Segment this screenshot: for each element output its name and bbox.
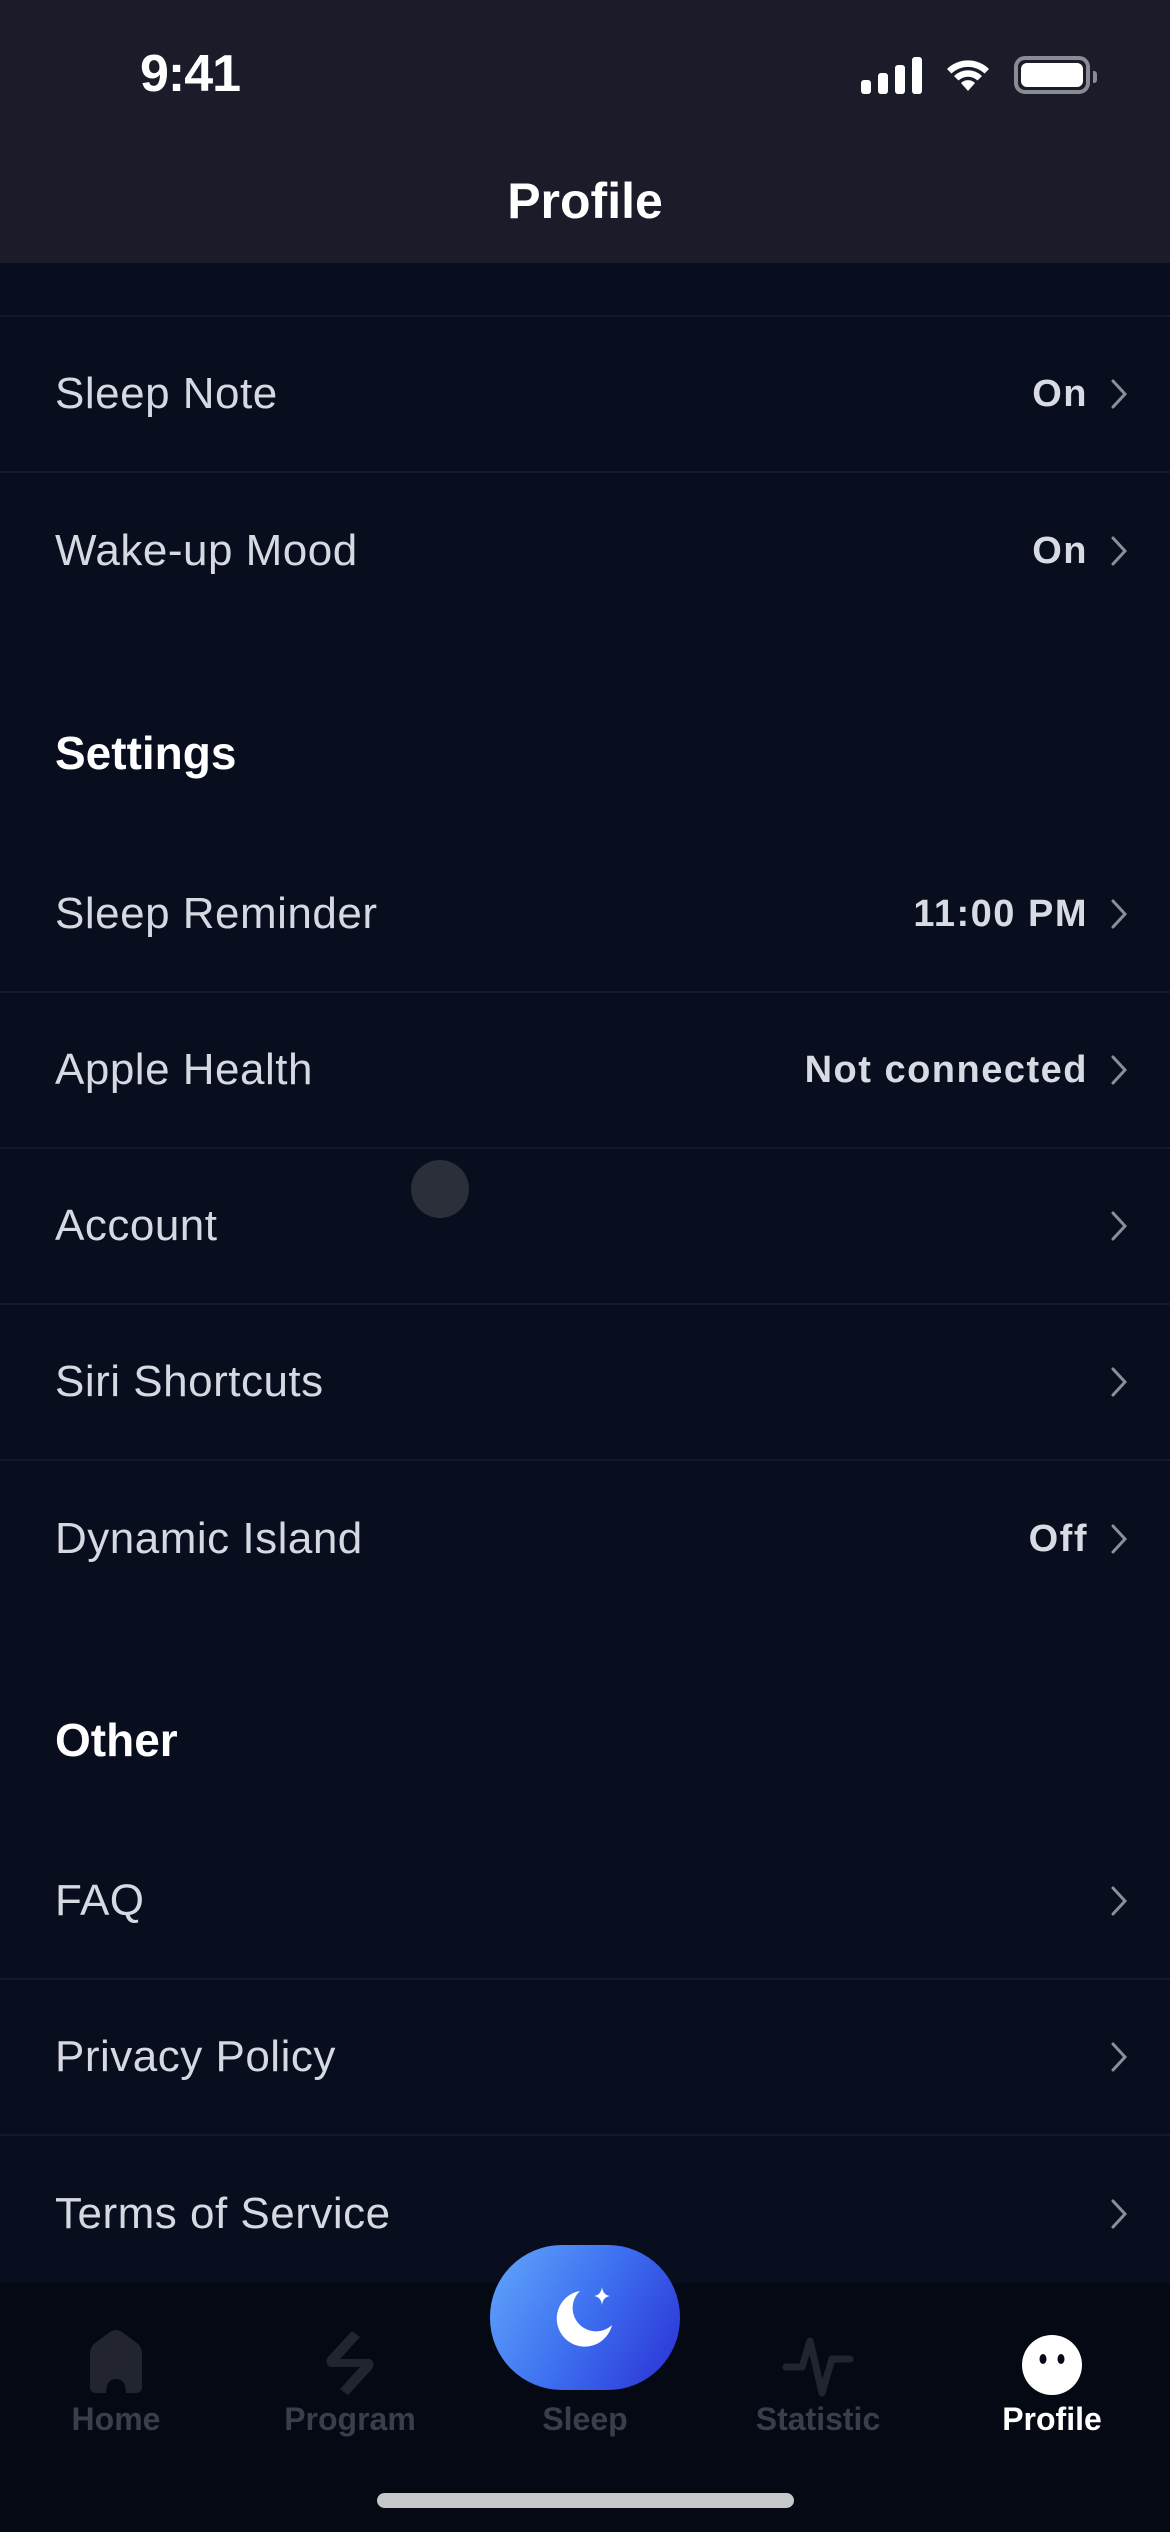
- row-label: Terms of Service: [55, 2189, 391, 2238]
- row-label: Sleep Reminder: [55, 889, 378, 938]
- tab-label: Statistic: [755, 2401, 881, 2437]
- row-label: Wake-up Mood: [55, 526, 358, 575]
- tab-statistic[interactable]: Statistic: [718, 2283, 918, 2483]
- chevron-right-icon: [1111, 1055, 1128, 1085]
- tab-label: Home: [71, 2401, 161, 2437]
- chevron-right-icon: [1111, 536, 1128, 566]
- list-row-sleep-note[interactable]: Sleep Note On: [0, 317, 1170, 473]
- row-label: Sleep Note: [55, 369, 278, 418]
- status-time: 9:41: [140, 45, 241, 103]
- tab-label: Sleep: [542, 2401, 628, 2437]
- row-value: Off: [1028, 1517, 1088, 1560]
- list-row-faq[interactable]: FAQ: [0, 1824, 1170, 1980]
- chevron-right-icon: [1111, 379, 1128, 409]
- moon-star-icon: [556, 2286, 612, 2347]
- tab-program[interactable]: Program: [250, 2283, 450, 2483]
- home-icon: [90, 2330, 142, 2393]
- row-value: On: [1032, 372, 1088, 415]
- battery-icon: [1014, 56, 1097, 94]
- chevron-right-icon: [1111, 1524, 1128, 1554]
- tab-label: Profile: [1002, 2401, 1102, 2437]
- status-icons: [861, 56, 1097, 94]
- row-label: Privacy Policy: [55, 2032, 336, 2081]
- page-title: Profile: [507, 173, 663, 229]
- face-icon: [1022, 2335, 1082, 2395]
- section-title-other: Other: [55, 1714, 178, 1766]
- list-row-apple-health[interactable]: Apple Health Not connected: [0, 993, 1170, 1149]
- wifi-icon: [947, 60, 989, 91]
- section-title-settings: Settings: [55, 727, 237, 779]
- row-label: FAQ: [55, 1876, 145, 1925]
- tab-profile[interactable]: Profile: [952, 2283, 1152, 2483]
- list-row-privacy-policy[interactable]: Privacy Policy: [0, 1980, 1170, 2136]
- row-value: Not connected: [804, 1048, 1088, 1091]
- row-value: On: [1032, 529, 1088, 572]
- tab-home[interactable]: Home: [16, 2283, 216, 2483]
- chevron-right-icon: [1111, 899, 1128, 929]
- row-label: Siri Shortcuts: [55, 1357, 324, 1406]
- navigation-header: 9:41 Profile: [0, 0, 1170, 263]
- row-label: Apple Health: [55, 1045, 313, 1094]
- list-row-wake-up-mood[interactable]: Wake-up Mood On: [0, 473, 1170, 629]
- chevron-right-icon: [1111, 1886, 1128, 1916]
- row-label: Dynamic Island: [55, 1514, 363, 1563]
- pulse-icon: [782, 2337, 854, 2397]
- sleep-button[interactable]: [490, 2245, 680, 2390]
- cellular-signal-icon: [861, 56, 922, 94]
- chevron-right-icon: [1111, 2199, 1128, 2229]
- list-row-dynamic-island[interactable]: Dynamic Island Off: [0, 1461, 1170, 1617]
- chevron-right-icon: [1111, 1367, 1128, 1397]
- row-label: Account: [55, 1201, 218, 1250]
- list-row-siri-shortcuts[interactable]: Siri Shortcuts: [0, 1305, 1170, 1461]
- tab-label: Program: [284, 2401, 416, 2437]
- chevron-right-icon: [1111, 1211, 1128, 1241]
- program-icon: [326, 2331, 374, 2395]
- row-value: 11:00 PM: [913, 892, 1088, 935]
- home-indicator: [377, 2493, 794, 2508]
- chevron-right-icon: [1111, 2042, 1128, 2072]
- list-row-sleep-reminder[interactable]: Sleep Reminder 11:00 PM: [0, 837, 1170, 993]
- touch-indicator: [411, 1160, 469, 1218]
- list-row-account[interactable]: Account: [0, 1149, 1170, 1305]
